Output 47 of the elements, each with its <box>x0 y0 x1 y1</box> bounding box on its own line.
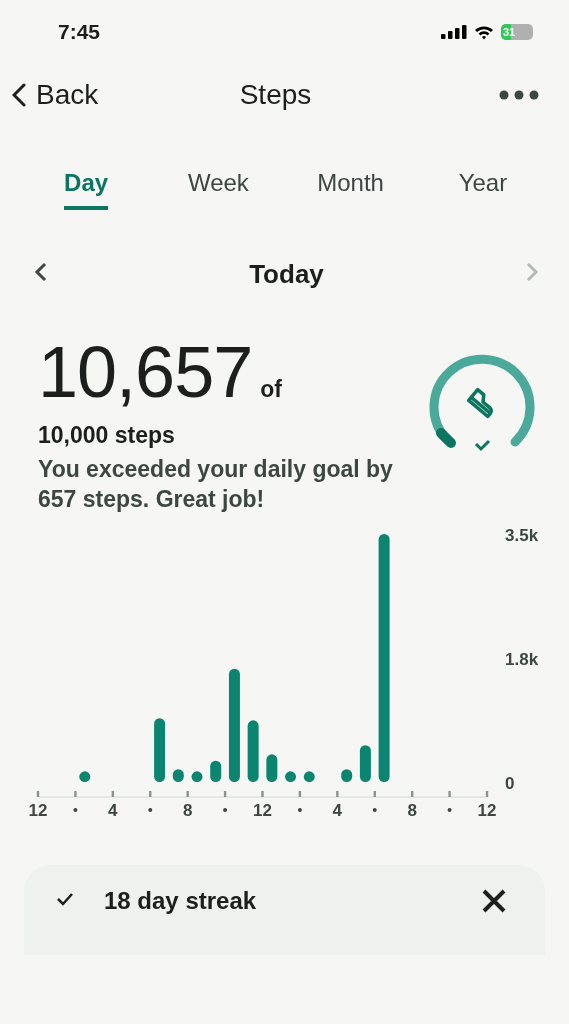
bar <box>172 769 184 782</box>
bar <box>191 771 203 782</box>
tick-dot <box>148 808 153 812</box>
period-tab[interactable]: Year <box>458 168 508 210</box>
streak-label: 18 day streak <box>104 887 258 915</box>
x-axis-label: 4 <box>332 801 343 820</box>
check-icon <box>56 892 74 906</box>
previous-icon[interactable] <box>34 262 48 282</box>
signal-icon <box>441 25 467 39</box>
goal-label: 10,000 steps <box>38 422 176 449</box>
period-tab[interactable]: Day <box>64 168 109 210</box>
y-axis-label: 0 <box>505 774 515 793</box>
chevron-icon <box>12 83 26 107</box>
clock-time: 7:45 <box>58 20 101 44</box>
bar <box>154 718 166 782</box>
more-icon[interactable] <box>499 90 539 100</box>
tick-dot <box>447 808 452 812</box>
tick-dot <box>372 808 377 812</box>
x-axis-label: 12 <box>253 801 272 820</box>
tick-dot <box>223 808 228 812</box>
bar <box>266 754 278 782</box>
period-tab[interactable]: Month <box>317 168 384 210</box>
bar <box>79 771 91 782</box>
close-button[interactable] <box>481 888 507 914</box>
goal-message: You exceeded your daily goal by 657 steps. Great job! <box>38 455 394 514</box>
bar <box>210 760 222 782</box>
y-axis-label: 1.8k <box>505 650 539 669</box>
x-axis-label: 12 <box>477 801 497 820</box>
back-button[interactable]: Back <box>12 79 99 111</box>
x-axis-label: 8 <box>182 801 193 820</box>
tick-dot <box>73 808 78 812</box>
wifi-icon <box>474 24 494 40</box>
date-label: Today <box>249 258 324 290</box>
bar <box>303 771 315 782</box>
x-axis-label: 12 <box>28 801 48 820</box>
bar <box>247 720 259 782</box>
step-count: 10,657 <box>38 336 253 408</box>
y-axis-label: 3.5k <box>505 526 539 545</box>
of-label: of <box>260 376 282 403</box>
period-tab[interactable]: Week <box>187 168 249 210</box>
tick-dot <box>297 808 302 812</box>
x-axis-label: 4 <box>108 801 118 820</box>
bar <box>341 769 353 782</box>
x-axis-label: 8 <box>407 801 417 820</box>
bar <box>285 771 297 782</box>
screen-title: Steps <box>239 79 312 111</box>
bar <box>359 745 371 782</box>
